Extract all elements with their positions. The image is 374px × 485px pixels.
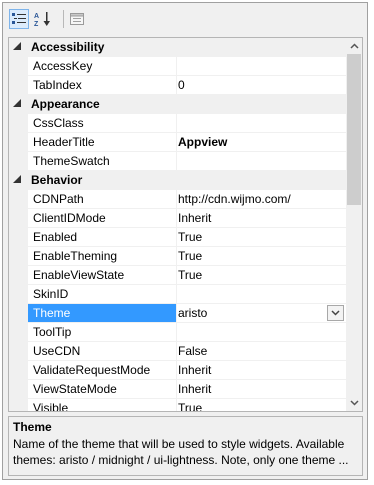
property-name[interactable]: ToolTip	[28, 323, 177, 341]
property-value[interactable]: True	[178, 401, 323, 411]
row-gutter	[9, 133, 28, 151]
svg-text:A: A	[34, 13, 39, 20]
vertical-scrollbar[interactable]	[346, 38, 362, 411]
property-name[interactable]: CssClass	[28, 114, 177, 132]
property-row[interactable]: UseCDN False	[9, 342, 347, 361]
property-row[interactable]: ViewStateMode Inherit	[9, 380, 347, 399]
row-gutter	[9, 152, 28, 170]
property-row[interactable]: ValidateRequestMode Inherit	[9, 361, 347, 380]
category-label: Appearance	[31, 97, 100, 111]
categorized-icon	[12, 13, 26, 24]
property-value[interactable]: 0	[178, 78, 323, 92]
row-gutter	[9, 209, 28, 227]
svg-text:Z: Z	[34, 21, 39, 27]
property-pages-button[interactable]	[67, 9, 87, 29]
theme-dropdown-button[interactable]	[327, 305, 344, 321]
property-name[interactable]: TabIndex	[28, 76, 177, 94]
scroll-down-button[interactable]	[346, 395, 362, 411]
chevron-down-icon	[331, 310, 340, 316]
row-gutter	[9, 114, 28, 132]
row-gutter	[9, 76, 28, 94]
property-name[interactable]: HeaderTitle	[28, 133, 177, 151]
property-row[interactable]: TabIndex 0	[9, 76, 347, 95]
scroll-up-button[interactable]	[346, 38, 362, 54]
property-name[interactable]: ThemeSwatch	[28, 152, 177, 170]
scroll-thumb[interactable]	[347, 54, 361, 205]
description-pane: Theme Name of the theme that will be use…	[8, 416, 363, 476]
property-row[interactable]: HeaderTitle Appview	[9, 133, 347, 152]
property-value[interactable]: Appview	[178, 135, 323, 149]
row-gutter	[9, 190, 28, 208]
property-name[interactable]: EnableTheming	[28, 247, 177, 265]
row-gutter	[9, 361, 28, 379]
property-value[interactable]: True	[178, 268, 323, 282]
property-name[interactable]: CDNPath	[28, 190, 177, 208]
property-value[interactable]: Inherit	[178, 382, 323, 396]
property-value[interactable]: http://cdn.wijmo.com/	[178, 192, 323, 206]
row-gutter	[9, 228, 28, 246]
property-row[interactable]: ClientIDMode Inherit	[9, 209, 347, 228]
property-grid-toolbar: A Z	[3, 3, 367, 35]
chevron-up-icon	[349, 43, 359, 49]
property-rows: Accessibility AccessKey TabIndex 0 Appearanc…	[9, 38, 347, 411]
category-row[interactable]: Appearance	[9, 95, 347, 114]
property-name[interactable]: Theme	[28, 304, 177, 322]
property-name[interactable]: SkinID	[28, 285, 177, 303]
property-value[interactable]: aristo	[178, 306, 323, 320]
row-gutter	[9, 57, 28, 75]
property-row[interactable]: ToolTip	[9, 323, 347, 342]
property-value[interactable]: True	[178, 249, 323, 263]
property-row[interactable]: EnableTheming True	[9, 247, 347, 266]
property-row[interactable]: CssClass	[9, 114, 347, 133]
collapse-triangle-icon[interactable]	[13, 99, 21, 107]
property-row[interactable]: Enabled True	[9, 228, 347, 247]
property-row[interactable]: CDNPath http://cdn.wijmo.com/	[9, 190, 347, 209]
property-row[interactable]: Theme aristo	[9, 304, 347, 323]
property-row[interactable]: ThemeSwatch	[9, 152, 347, 171]
row-gutter	[9, 399, 28, 411]
property-row[interactable]: SkinID	[9, 285, 347, 304]
row-gutter	[9, 285, 28, 303]
property-row[interactable]: AccessKey	[9, 57, 347, 76]
collapse-triangle-icon[interactable]	[13, 175, 21, 183]
row-gutter	[9, 380, 28, 398]
property-row[interactable]: Visible True	[9, 399, 347, 411]
property-pages-icon	[70, 13, 84, 25]
alphabetical-icon: A Z	[34, 12, 50, 27]
category-row[interactable]: Behavior	[9, 171, 347, 190]
collapse-triangle-icon[interactable]	[13, 42, 21, 50]
property-name[interactable]: UseCDN	[28, 342, 177, 360]
row-gutter	[9, 304, 28, 322]
property-value[interactable]: Inherit	[178, 211, 323, 225]
row-gutter	[9, 342, 28, 360]
categorized-button[interactable]	[9, 9, 29, 29]
property-grid: Accessibility AccessKey TabIndex 0 Appearanc…	[8, 37, 363, 412]
property-name[interactable]: ClientIDMode	[28, 209, 177, 227]
category-label: Behavior	[31, 173, 83, 187]
category-label: Accessibility	[31, 40, 105, 54]
property-name[interactable]: ValidateRequestMode	[28, 361, 177, 379]
property-row[interactable]: EnableViewState True	[9, 266, 347, 285]
property-value[interactable]: Inherit	[178, 363, 323, 377]
row-gutter	[9, 266, 28, 284]
property-name[interactable]: Visible	[28, 399, 177, 411]
row-gutter	[9, 247, 28, 265]
description-title: Theme	[13, 420, 52, 434]
category-row[interactable]: Accessibility	[9, 38, 347, 57]
chevron-down-icon	[349, 400, 359, 406]
toolbar-separator	[63, 10, 64, 28]
property-value[interactable]: True	[178, 230, 323, 244]
property-name[interactable]: AccessKey	[28, 57, 177, 75]
description-text: Name of the theme that will be used to s…	[13, 437, 349, 467]
alphabetical-button[interactable]: A Z	[33, 9, 53, 29]
property-name[interactable]: Enabled	[28, 228, 177, 246]
property-value[interactable]: False	[178, 344, 323, 358]
row-gutter	[9, 323, 28, 341]
property-name[interactable]: ViewStateMode	[28, 380, 177, 398]
property-name[interactable]: EnableViewState	[28, 266, 177, 284]
